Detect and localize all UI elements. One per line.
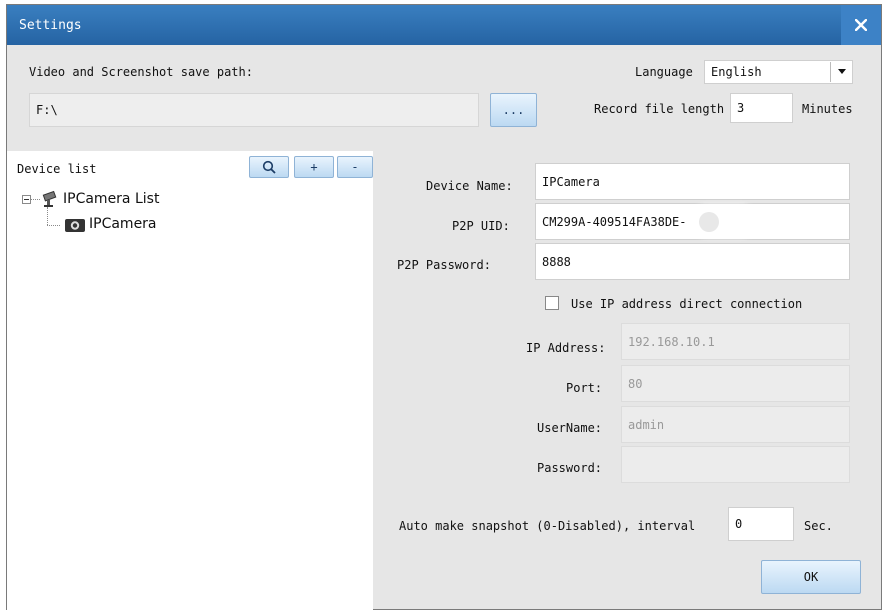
- password-label: Password:: [537, 461, 603, 475]
- language-label: Language: [635, 65, 693, 79]
- remove-device-button[interactable]: -: [337, 156, 373, 178]
- tree-root-label[interactable]: IPCamera List: [63, 191, 159, 207]
- minus-icon: [24, 199, 29, 200]
- p2p-uid-value: CM299A-409514FA38DE-: [542, 214, 687, 229]
- p2p-uid-input[interactable]: CM299A-409514FA38DE-: [535, 203, 850, 240]
- device-name-value: IPCamera: [542, 174, 600, 189]
- p2p-password-input[interactable]: 8888: [535, 243, 850, 280]
- camera-group-icon: [42, 190, 57, 207]
- record-length-label: Record file length: [594, 102, 725, 116]
- blur-overlay: [695, 209, 753, 233]
- save-path-input[interactable]: F:\: [29, 93, 479, 127]
- p2p-uid-label: P2P UID:: [452, 219, 510, 233]
- device-name-label: Device Name:: [426, 179, 513, 193]
- port-value: 80: [628, 376, 643, 391]
- snapshot-interval-input[interactable]: 0: [728, 507, 794, 541]
- ip-address-input[interactable]: 192.168.10.1: [621, 323, 850, 360]
- collapse-toggle[interactable]: [22, 195, 31, 204]
- p2p-password-value: 8888: [542, 254, 571, 269]
- username-value: admin: [628, 417, 665, 432]
- tree-connector: [31, 199, 40, 200]
- add-icon: +: [310, 160, 318, 174]
- save-path-label: Video and Screenshot save path:: [29, 65, 253, 79]
- device-list-panel: Device list + - IPCamera List IPCamera: [7, 151, 373, 610]
- snapshot-interval-unit: Sec.: [804, 519, 833, 533]
- direct-connection-label: Use IP address direct connection: [571, 297, 803, 311]
- language-select[interactable]: English: [704, 60, 853, 84]
- device-list-header: Device list: [17, 162, 97, 176]
- ip-address-label: IP Address:: [526, 341, 606, 355]
- search-icon: [262, 160, 276, 174]
- add-device-button[interactable]: +: [294, 156, 334, 178]
- username-label: UserName:: [537, 421, 603, 435]
- settings-window: Settings Video and Screenshot save path:…: [6, 4, 882, 610]
- close-icon: [855, 19, 867, 31]
- blur-overlay: [699, 212, 719, 232]
- tree-connector: [47, 225, 60, 226]
- direct-connection-checkbox[interactable]: [545, 296, 559, 310]
- browse-button[interactable]: ...: [490, 93, 537, 127]
- snapshot-interval-value: 0: [735, 517, 743, 531]
- username-input[interactable]: admin: [621, 406, 850, 443]
- save-path-value: F:\: [36, 103, 58, 117]
- chevron-down-icon: [837, 69, 846, 74]
- language-dropdown-button[interactable]: [830, 62, 852, 82]
- ip-address-value: 192.168.10.1: [628, 334, 715, 349]
- browse-label: ...: [502, 103, 525, 117]
- record-length-value: 3: [737, 101, 745, 115]
- camera-icon: [65, 219, 85, 232]
- port-label: Port:: [566, 381, 603, 395]
- language-value: English: [711, 65, 762, 79]
- port-input[interactable]: 80: [621, 365, 850, 402]
- p2p-password-label: P2P Password:: [397, 258, 491, 272]
- password-input[interactable]: [621, 446, 850, 483]
- snapshot-interval-label: Auto make snapshot (0-Disabled), interva…: [399, 519, 696, 533]
- title-bar: Settings: [7, 5, 881, 45]
- ok-label: OK: [803, 570, 819, 584]
- remove-icon: -: [351, 160, 359, 174]
- device-name-input[interactable]: IPCamera: [535, 163, 850, 200]
- tree-device-label[interactable]: IPCamera: [89, 216, 157, 232]
- record-length-unit: Minutes: [802, 102, 853, 116]
- tree-connector: [47, 207, 48, 225]
- ok-button[interactable]: OK: [761, 560, 861, 594]
- close-button[interactable]: [841, 5, 881, 45]
- search-device-button[interactable]: [249, 156, 289, 178]
- record-length-input[interactable]: 3: [730, 93, 793, 123]
- window-title: Settings: [19, 18, 82, 33]
